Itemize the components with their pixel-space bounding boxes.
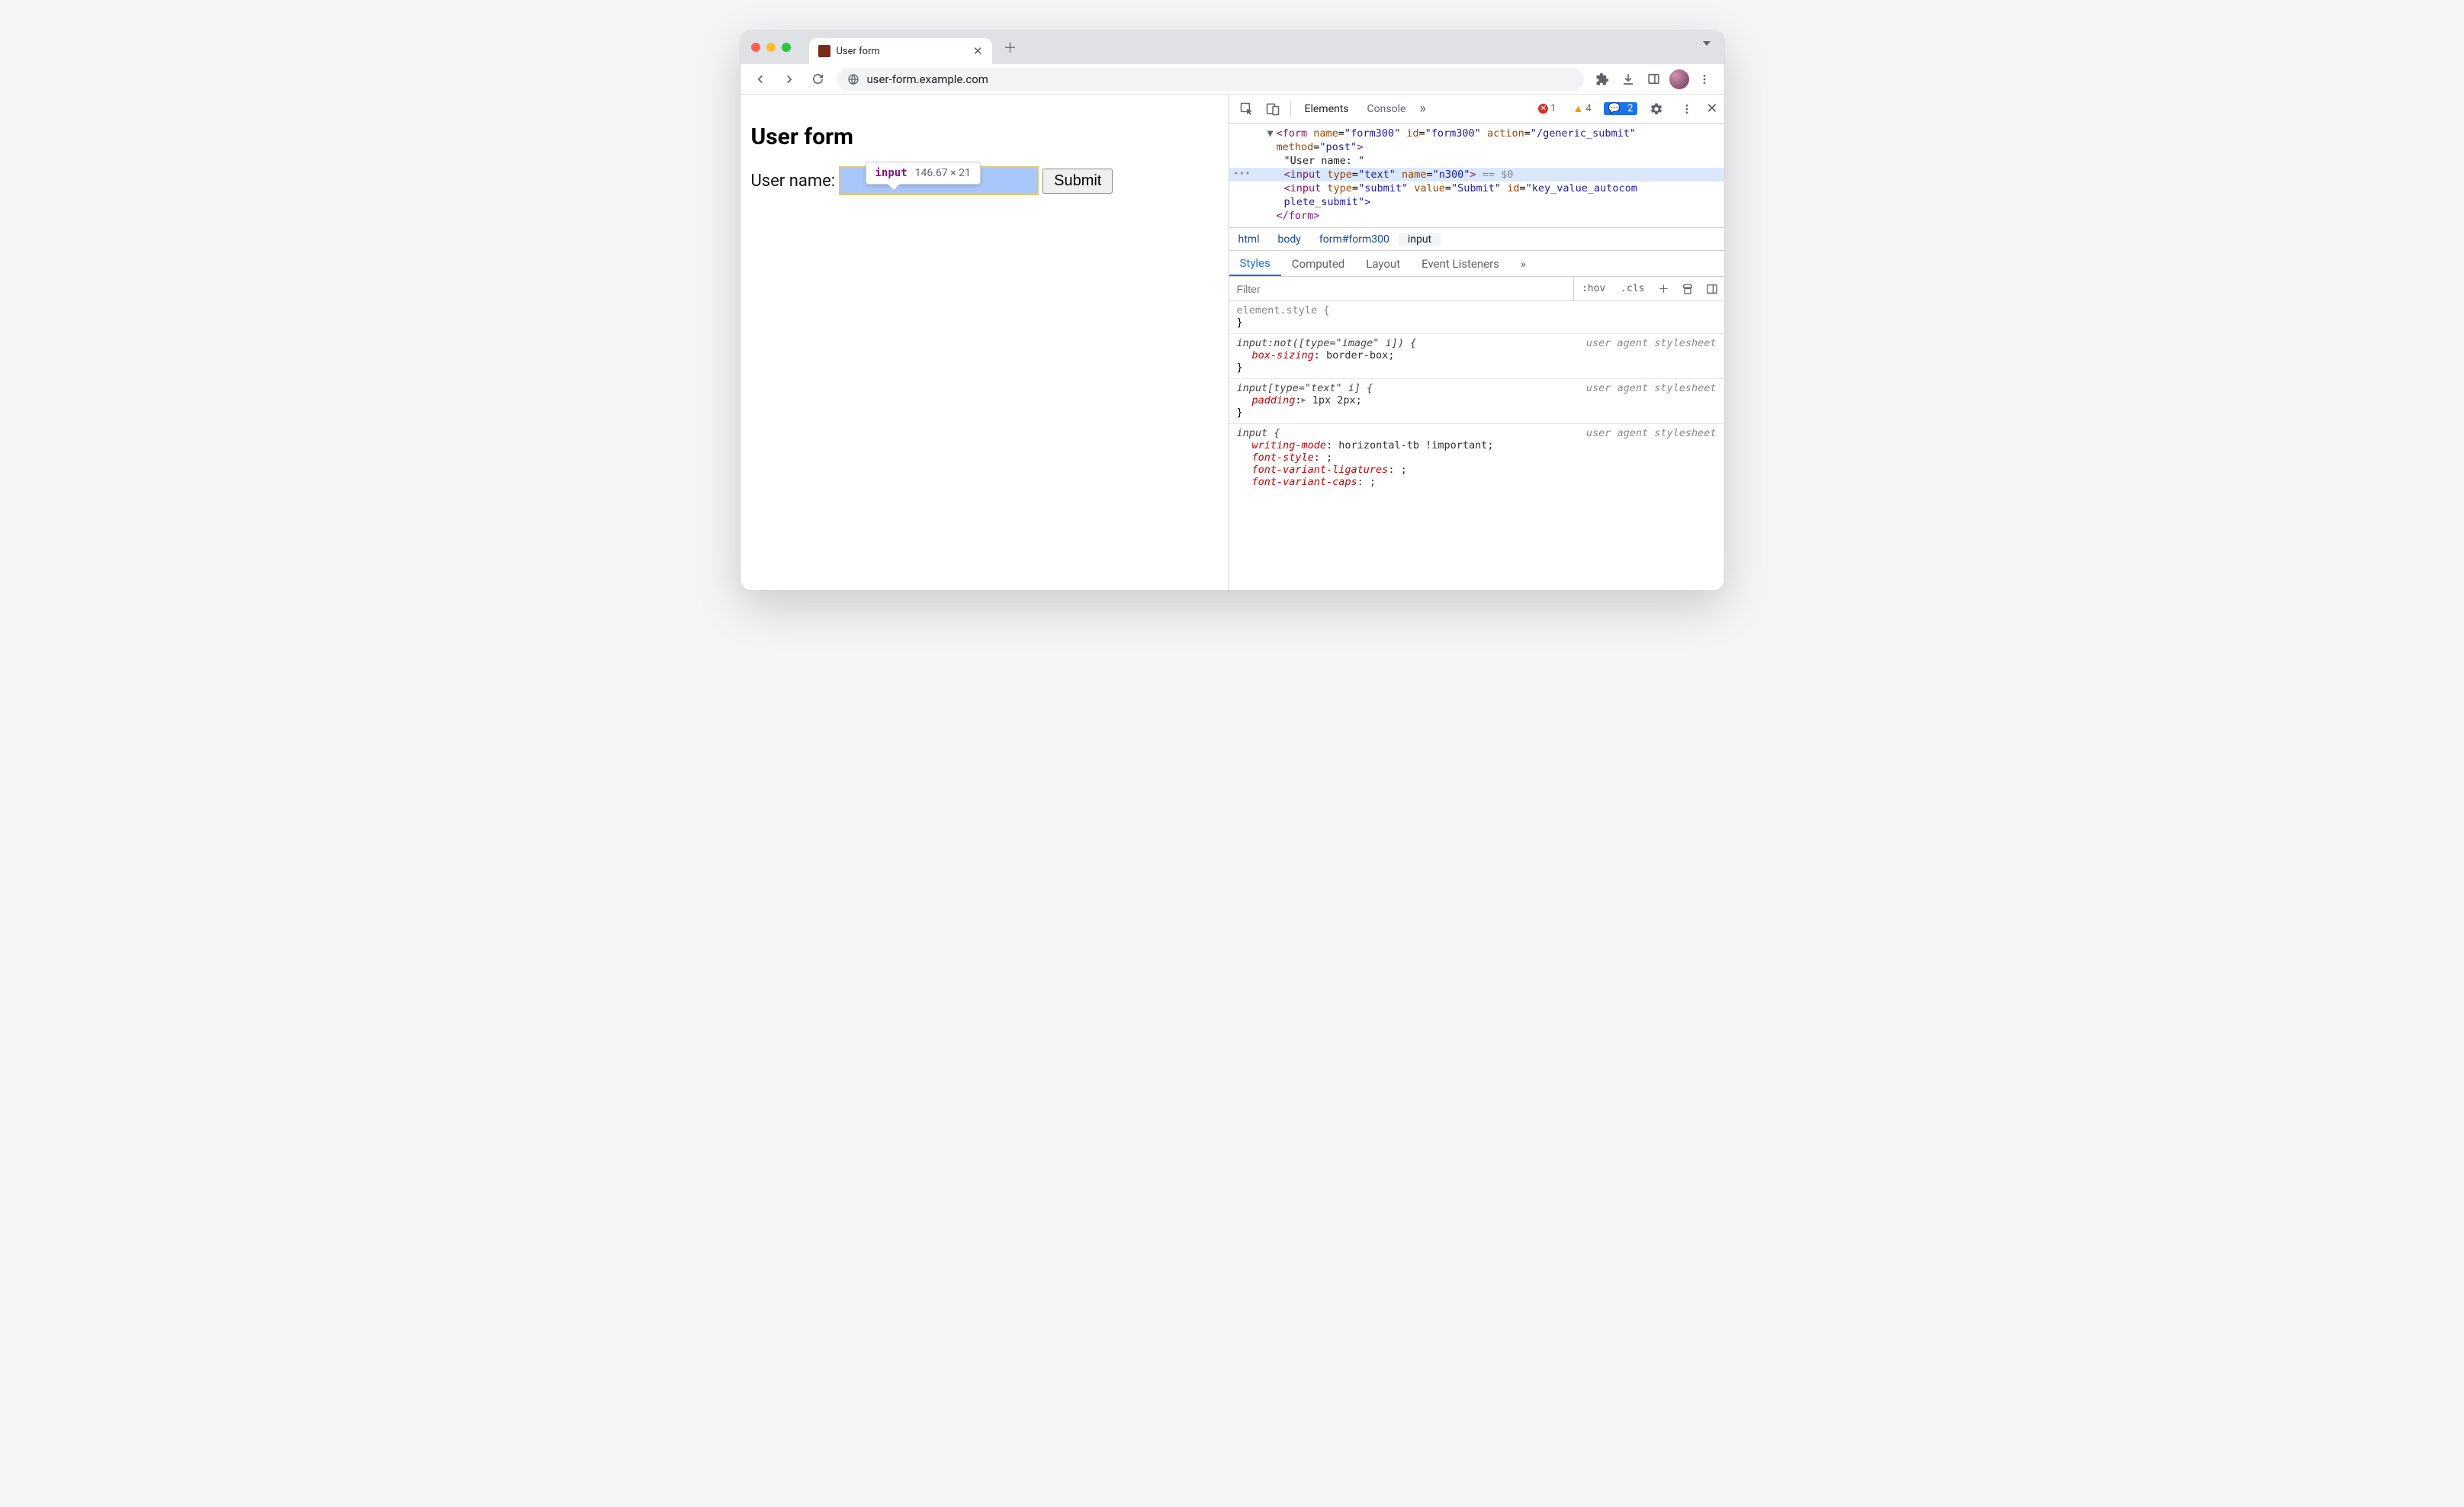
devtools-close-icon[interactable]: ✕ — [1706, 101, 1717, 117]
style-rule[interactable]: element.style { } — [1229, 301, 1724, 334]
dom-breadcrumb: html body form#form300 input — [1229, 228, 1724, 251]
tab-title: User form — [837, 46, 880, 57]
submit-button[interactable]: Submit — [1042, 169, 1113, 194]
new-tab-button[interactable]: ＋ — [1000, 37, 1021, 58]
url-text: user-form.example.com — [867, 72, 988, 86]
styles-tabs-overflow-icon[interactable]: » — [1510, 251, 1537, 276]
downloads-icon[interactable] — [1618, 69, 1639, 90]
nav-back-button[interactable] — [750, 69, 771, 90]
toggle-print-icon[interactable] — [1675, 283, 1700, 295]
tabs-dropdown-icon[interactable] — [1703, 41, 1711, 46]
tab-strip: User form ✕ ＋ — [740, 31, 1724, 64]
profile-avatar[interactable] — [1669, 69, 1689, 89]
devtools-settings-icon[interactable] — [1645, 102, 1668, 116]
browser-toolbar: user-form.example.com — [740, 64, 1724, 95]
window-close-button[interactable] — [751, 43, 760, 52]
dom-line[interactable]: </form> — [1229, 209, 1724, 223]
dom-line-selected[interactable]: <input type="text" name="n300"> == $0 — [1229, 168, 1724, 182]
devtools-menu-icon[interactable] — [1675, 103, 1698, 115]
style-rule[interactable]: input {user agent stylesheet writing-mod… — [1229, 424, 1724, 493]
breadcrumb-item[interactable]: form#form300 — [1310, 233, 1399, 246]
rendered-page: User form User name: Submit input 146.67… — [740, 95, 1229, 590]
computed-sidebar-icon[interactable] — [1700, 283, 1724, 295]
style-rule[interactable]: input:not([type="image" i]) {user agent … — [1229, 334, 1724, 379]
form-row: User name: Submit — [751, 167, 1218, 194]
site-info-icon[interactable] — [847, 73, 859, 85]
styles-tab-computed[interactable]: Computed — [1281, 251, 1356, 276]
tooltip-tagname: input — [875, 167, 908, 179]
tab-favicon — [818, 45, 830, 57]
styles-filter-row: :hov .cls ＋ — [1229, 277, 1724, 301]
dom-line[interactable]: plete_submit"> — [1229, 195, 1724, 209]
dom-line[interactable]: "User name: " — [1229, 154, 1724, 168]
page-heading: User form — [751, 124, 1218, 150]
side-panel-icon[interactable] — [1643, 69, 1665, 90]
styles-filter-input[interactable] — [1229, 277, 1574, 300]
element-inspect-tooltip: input 146.67 × 21 — [866, 162, 981, 185]
nav-forward-button[interactable] — [779, 69, 800, 90]
dom-line[interactable]: ▼<form name="form300" id="form300" actio… — [1229, 127, 1724, 140]
dom-line[interactable]: method="post"> — [1229, 140, 1724, 154]
input-label: User name: — [751, 172, 836, 191]
breadcrumb-item[interactable]: html — [1229, 233, 1269, 246]
devtools-tabbar: Elements Console » ✕1 ▲4 💬 2 ✕ — [1229, 95, 1724, 124]
nav-reload-button[interactable] — [808, 69, 829, 90]
styles-tab-styles[interactable]: Styles — [1229, 251, 1281, 276]
dom-tree[interactable]: ▼<form name="form300" id="form300" actio… — [1229, 124, 1724, 228]
breadcrumb-item-active[interactable]: input — [1399, 233, 1441, 246]
breadcrumb-item[interactable]: body — [1268, 233, 1309, 246]
hov-toggle[interactable]: :hov — [1574, 283, 1613, 294]
window-controls — [751, 31, 791, 64]
window-minimize-button[interactable] — [766, 43, 776, 52]
extensions-icon[interactable] — [1592, 69, 1613, 90]
styles-tabbar: Styles Computed Layout Event Listeners » — [1229, 251, 1724, 277]
new-style-rule-icon[interactable]: ＋ — [1653, 281, 1675, 297]
style-rules: element.style { } input:not([type="image… — [1229, 301, 1724, 493]
browser-window: User form ✕ ＋ user-form.example.com — [740, 31, 1724, 590]
inspect-element-icon[interactable] — [1235, 101, 1258, 117]
address-bar[interactable]: user-form.example.com — [837, 68, 1584, 91]
style-rule[interactable]: input[type="text" i] {user agent stylesh… — [1229, 379, 1724, 424]
message-count-badge[interactable]: 💬 2 — [1604, 102, 1638, 115]
devtools-tab-elements[interactable]: Elements — [1297, 95, 1357, 123]
styles-tab-layout[interactable]: Layout — [1355, 251, 1411, 276]
devtools-tab-console[interactable]: Console — [1360, 95, 1414, 123]
error-count-badge[interactable]: ✕1 — [1534, 102, 1560, 115]
content-split: User form User name: Submit input 146.67… — [740, 95, 1724, 590]
styles-tab-listeners[interactable]: Event Listeners — [1411, 251, 1510, 276]
chrome-menu-icon[interactable] — [1694, 69, 1715, 90]
tab-close-icon[interactable]: ✕ — [973, 44, 983, 58]
toolbar-right — [1592, 69, 1715, 90]
browser-tab[interactable]: User form ✕ — [809, 38, 992, 64]
device-toggle-icon[interactable] — [1261, 101, 1284, 117]
devtools-panel: Elements Console » ✕1 ▲4 💬 2 ✕ — [1229, 95, 1724, 590]
tooltip-dimensions: 146.67 × 21 — [915, 167, 971, 179]
cls-toggle[interactable]: .cls — [1613, 283, 1652, 294]
devtools-tabs-overflow-icon[interactable]: » — [1416, 101, 1428, 117]
window-zoom-button[interactable] — [782, 43, 791, 52]
warning-count-badge[interactable]: ▲4 — [1569, 101, 1596, 116]
dom-line[interactable]: <input type="submit" value="Submit" id="… — [1229, 182, 1724, 195]
